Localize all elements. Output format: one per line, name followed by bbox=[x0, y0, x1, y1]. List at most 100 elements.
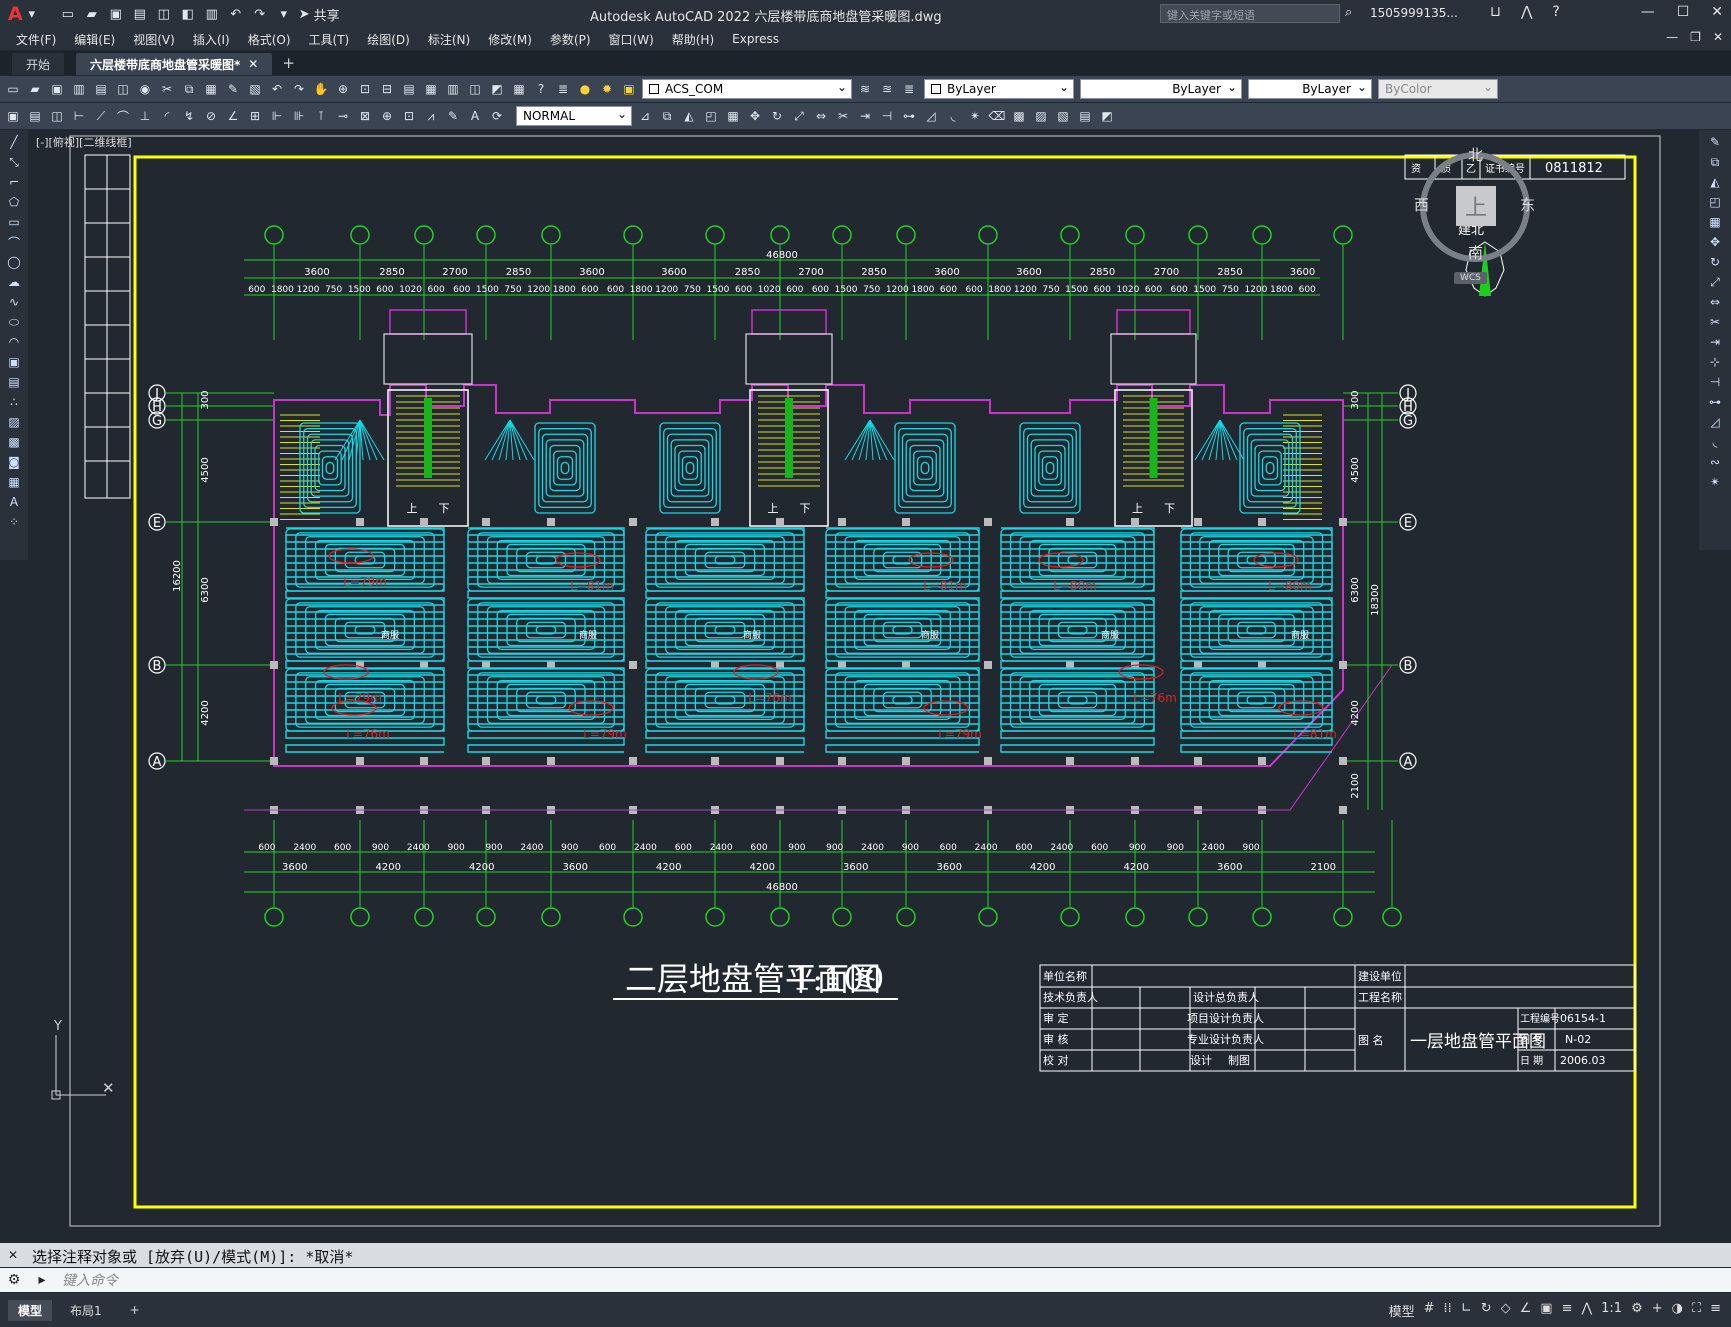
tb-draworder-icon[interactable]: ▩ bbox=[1010, 107, 1028, 125]
new-tab-icon[interactable]: + bbox=[282, 54, 295, 75]
tb-array-icon[interactable]: ▦ bbox=[724, 107, 742, 125]
tb-stretch-icon[interactable]: ⇔ bbox=[812, 107, 830, 125]
tb-continue-icon[interactable]: ⊪ bbox=[290, 107, 308, 125]
autocad-logo[interactable]: A bbox=[8, 3, 23, 25]
tb-calc-icon[interactable]: ▦ bbox=[510, 80, 528, 98]
search-icon[interactable]: ⌕ bbox=[1345, 5, 1352, 20]
polar-icon[interactable]: ↻ bbox=[1481, 1301, 1492, 1320]
mdi-minimize-icon[interactable]: — bbox=[1666, 30, 1678, 44]
menu-modify[interactable]: 修改(M) bbox=[488, 31, 532, 48]
tb-undo-icon[interactable]: ↶ bbox=[268, 80, 286, 98]
rectangle-icon[interactable]: ▭ bbox=[6, 214, 22, 230]
tb-cut-icon[interactable]: ✂ bbox=[158, 80, 176, 98]
selection-cycling-icon[interactable]: ▣ bbox=[1540, 1301, 1552, 1320]
blend-icon[interactable]: ∾ bbox=[1707, 454, 1723, 470]
viewcube-west[interactable]: 西 bbox=[1414, 194, 1429, 215]
hatch-icon[interactable]: ▨ bbox=[6, 414, 22, 430]
tb-erase-icon[interactable]: ⌫ bbox=[988, 107, 1006, 125]
tb-ungroup-icon[interactable]: ▧ bbox=[1054, 107, 1072, 125]
construction-line-icon[interactable]: ⤡ bbox=[6, 154, 22, 170]
tab-close-icon[interactable]: ✕ bbox=[248, 57, 258, 71]
join-icon[interactable]: ⊶ bbox=[1707, 394, 1723, 410]
tb-chamfer-icon[interactable]: ◿ bbox=[922, 107, 940, 125]
menu-help[interactable]: 帮助(H) bbox=[672, 31, 714, 48]
tb-hatch-icon[interactable]: ▤ bbox=[1076, 107, 1094, 125]
tb-dim-radius-icon[interactable]: ◜ bbox=[158, 107, 176, 125]
stretch-icon[interactable]: ⇔ bbox=[1707, 294, 1723, 310]
tb-layer-freeze-icon[interactable]: ✹ bbox=[598, 80, 616, 98]
menu-view[interactable]: 视图(V) bbox=[133, 31, 175, 48]
tb-zoom-window-icon[interactable]: ⊡ bbox=[356, 80, 374, 98]
tb-sheetset-icon[interactable]: ◫ bbox=[466, 80, 484, 98]
search-input[interactable]: 键入关键字或短语 bbox=[1160, 4, 1340, 23]
save-as-icon[interactable]: ▤ bbox=[131, 5, 149, 23]
extend-icon[interactable]: ⇥ bbox=[1707, 334, 1723, 350]
array-icon[interactable]: ▦ bbox=[1707, 214, 1723, 230]
tb-group-icon[interactable]: ▨ bbox=[1032, 107, 1050, 125]
tb-tolerance-icon[interactable]: ⊠ bbox=[356, 107, 374, 125]
plotstyle-dropdown[interactable]: ByColor bbox=[1378, 79, 1498, 99]
make-block-icon[interactable]: ▤ bbox=[6, 374, 22, 390]
cart-icon[interactable]: ⊔ bbox=[1490, 4, 1501, 20]
grid-icon[interactable]: # bbox=[1424, 1301, 1435, 1320]
tb-new-icon[interactable]: ▭ bbox=[4, 80, 22, 98]
menu-parametric[interactable]: 参数(P) bbox=[550, 31, 591, 48]
trim-icon[interactable]: ✂ bbox=[1707, 314, 1723, 330]
osnap-icon[interactable]: ◇ bbox=[1501, 1301, 1511, 1320]
web-open-icon[interactable]: ◫ bbox=[155, 5, 173, 23]
command-line[interactable]: ⚙ ▸ 键入命令 bbox=[0, 1268, 1731, 1292]
add-selected-icon[interactable]: ⁘ bbox=[6, 514, 22, 530]
tb-paste-icon[interactable]: ▦ bbox=[202, 80, 220, 98]
scale-icon[interactable]: ⤢ bbox=[1707, 274, 1723, 290]
viewport-label[interactable]: [-][俯视][二维线框] bbox=[36, 134, 132, 150]
tb-publish-icon[interactable]: ◫ bbox=[114, 80, 132, 98]
viewcube-face-top[interactable]: 上 bbox=[1456, 186, 1496, 226]
line-icon[interactable]: ╱ bbox=[6, 134, 22, 150]
tb-center-mark-icon[interactable]: ⊕ bbox=[378, 107, 396, 125]
command-input[interactable]: 键入命令 bbox=[62, 1270, 118, 1290]
tb-join-icon[interactable]: ⊶ bbox=[900, 107, 918, 125]
arc-icon[interactable]: ⌒ bbox=[6, 234, 22, 250]
region-icon[interactable]: ◙ bbox=[6, 454, 22, 470]
menu-draw[interactable]: 绘图(D) bbox=[367, 31, 410, 48]
customization-icon[interactable]: ≡ bbox=[1710, 1301, 1721, 1320]
tb-dimstyle-icon[interactable]: ⊿ bbox=[636, 107, 654, 125]
tab-drawing[interactable]: 六层楼带底商地盘管采暖图* ✕ bbox=[76, 53, 273, 75]
break-icon[interactable]: ⊣ bbox=[1707, 374, 1723, 390]
insert-block-icon[interactable]: ▣ bbox=[6, 354, 22, 370]
share-button[interactable]: ➤ 共享 bbox=[299, 5, 340, 24]
open-file-icon[interactable]: ▰ bbox=[83, 5, 101, 23]
erase-icon[interactable]: ✎ bbox=[1707, 134, 1723, 150]
isolate-icon[interactable]: ◑ bbox=[1672, 1301, 1683, 1320]
tb-inspect-icon[interactable]: ⊡ bbox=[400, 107, 418, 125]
tb-plot-icon[interactable]: ▥ bbox=[70, 80, 88, 98]
tb-pan-icon[interactable]: ✋ bbox=[312, 80, 330, 98]
viewcube-south[interactable]: 南 bbox=[1468, 242, 1483, 263]
color-dropdown[interactable]: ByLayer bbox=[924, 79, 1074, 99]
tb-dim-arc-icon[interactable]: ⌒ bbox=[114, 107, 132, 125]
tb-break-icon[interactable]: ⊣ bbox=[878, 107, 896, 125]
spline-icon[interactable]: ∿ bbox=[6, 294, 22, 310]
tb-layer-previous-icon[interactable]: ≊ bbox=[878, 80, 896, 98]
viewcube-north[interactable]: 北 bbox=[1468, 144, 1483, 165]
snap-icon[interactable]: ⁞⁞ bbox=[1444, 1301, 1452, 1320]
break-point-icon[interactable]: ⊹ bbox=[1707, 354, 1723, 370]
menu-tools[interactable]: 工具(T) bbox=[309, 31, 350, 48]
menu-insert[interactable]: 插入(I) bbox=[193, 31, 230, 48]
move-icon[interactable]: ✥ bbox=[1707, 234, 1723, 250]
customize-icon[interactable]: ⚙ bbox=[0, 1272, 28, 1288]
workspace-gear-icon[interactable]: ⚙ bbox=[1631, 1301, 1643, 1320]
tb-dim-diameter-icon[interactable]: ⊘ bbox=[202, 107, 220, 125]
model-space-button[interactable]: 模型 bbox=[1389, 1301, 1415, 1320]
offset-icon[interactable]: ◰ bbox=[1707, 194, 1723, 210]
lineweight-icon[interactable]: ≡ bbox=[1562, 1301, 1573, 1320]
tb-dim-linear-icon[interactable]: ⊢ bbox=[70, 107, 88, 125]
menu-dimension[interactable]: 标注(N) bbox=[428, 31, 470, 48]
polyline-icon[interactable]: ⌐ bbox=[6, 174, 22, 190]
tb-dim-angular-icon[interactable]: ∠ bbox=[224, 107, 242, 125]
tb-extend-icon[interactable]: ⇥ bbox=[856, 107, 874, 125]
tb-layer-lock-icon[interactable]: ▣ bbox=[620, 80, 638, 98]
linetype-dropdown[interactable]: ByLayer bbox=[1080, 79, 1242, 99]
tb-quick-dim-icon[interactable]: ⊞ bbox=[246, 107, 264, 125]
mirror-icon[interactable]: ◭ bbox=[1707, 174, 1723, 190]
